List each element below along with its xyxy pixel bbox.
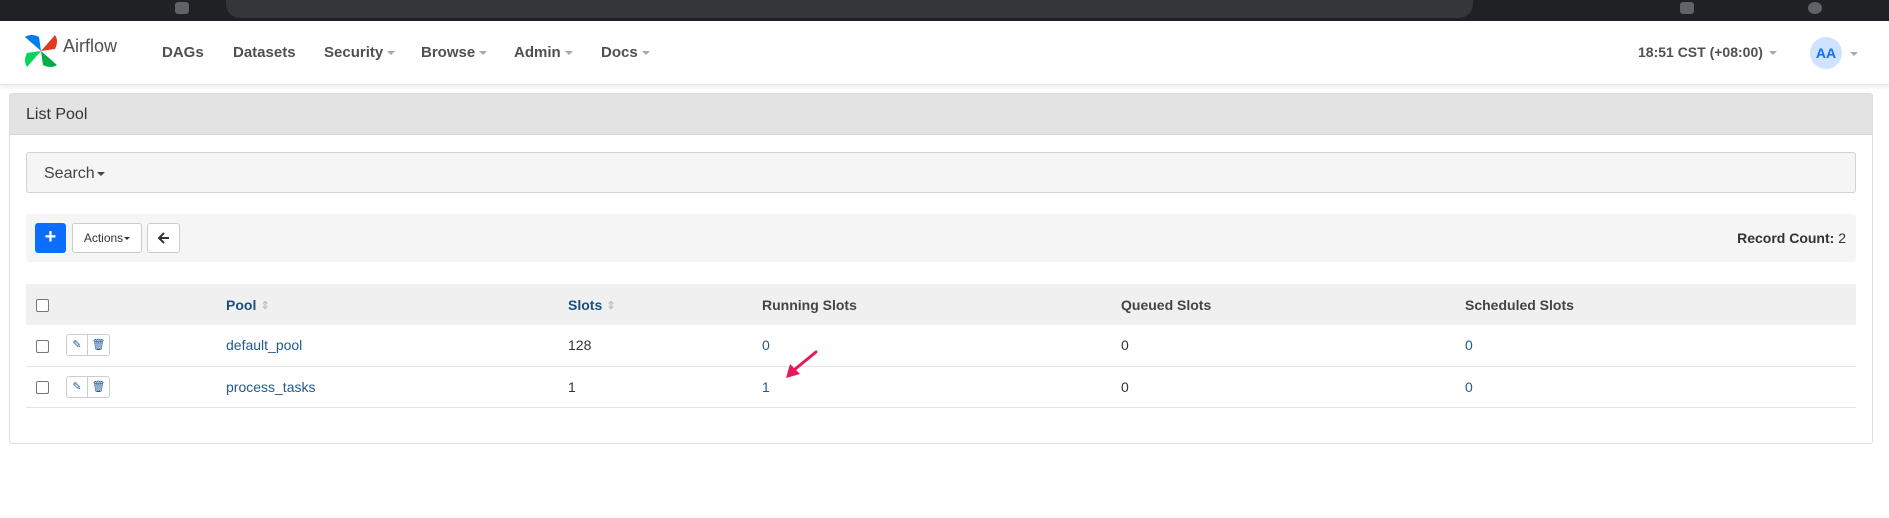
arrow-left-icon: [157, 232, 169, 244]
slots-cell: 128: [568, 337, 592, 354]
browser-extension-icon[interactable]: [1680, 2, 1694, 14]
column-header-slots[interactable]: Slots ⇕: [568, 284, 762, 325]
brand-name: Airflow: [63, 35, 118, 56]
back-button[interactable]: [147, 223, 180, 253]
action-toolbar: + Actions Record Count: 2: [26, 214, 1856, 262]
annotation-arrow-icon: [786, 350, 818, 378]
slots-cell: 1: [568, 378, 576, 395]
nav-datasets[interactable]: Datasets: [233, 44, 296, 61]
browser-profile-icon[interactable]: [1808, 2, 1822, 14]
list-pool-panel: List Pool Search + Actions Record Count:…: [9, 93, 1873, 444]
add-record-button[interactable]: +: [35, 223, 66, 253]
scheduled-slots-link[interactable]: 0: [1465, 366, 1856, 407]
timezone-selector[interactable]: 18:51 CST (+08:00): [1638, 44, 1777, 60]
actions-dropdown-button[interactable]: Actions: [72, 223, 142, 253]
browser-address-bar[interactable]: [226, 0, 1473, 18]
chevron-down-icon: [564, 51, 573, 56]
queued-slots-cell: 0: [1121, 337, 1129, 354]
chevron-down-icon: [1768, 51, 1777, 56]
edit-icon[interactable]: ✎: [66, 375, 88, 398]
queued-slots-cell: 0: [1121, 378, 1129, 395]
sort-icon: ⇕: [606, 300, 616, 313]
row-checkbox[interactable]: [36, 381, 49, 395]
nav-browse[interactable]: Browse: [421, 44, 488, 61]
browser-icon: [175, 2, 189, 14]
chevron-down-icon: [124, 237, 131, 241]
top-navbar: Airflow DAGs Datasets Security Browse Ad…: [0, 21, 1889, 85]
browser-chrome-strip: [0, 0, 1889, 21]
chevron-down-icon: [387, 51, 396, 56]
record-count: Record Count: 2: [1737, 230, 1846, 246]
chevron-down-icon: [641, 51, 650, 56]
search-toggle[interactable]: Search: [26, 152, 1856, 193]
user-avatar[interactable]: AA: [1810, 37, 1842, 69]
column-header-running-slots: Running Slots: [762, 296, 857, 313]
column-header-pool[interactable]: Pool ⇕: [226, 284, 568, 325]
table-row: ✎ 🗑 default_pool 128 0 0 0: [26, 325, 1856, 366]
scheduled-slots-link[interactable]: 0: [1465, 325, 1856, 366]
nav-admin[interactable]: Admin: [514, 44, 573, 61]
brand[interactable]: Airflow: [21, 31, 117, 71]
pool-name-link[interactable]: default_pool: [226, 325, 568, 366]
table-header-row: Pool ⇕ Slots ⇕ Running Slots Queued Slots …: [26, 284, 1856, 325]
column-header-queued-slots: Queued Slots: [1121, 296, 1212, 313]
chevron-down-icon: [96, 171, 105, 176]
table-row: ✎ 🗑 process_tasks 1 1 0 0: [26, 366, 1856, 407]
column-header-scheduled-slots: Scheduled Slots: [1465, 296, 1574, 313]
select-all-checkbox[interactable]: [36, 299, 49, 313]
pool-table: Pool ⇕ Slots ⇕ Running Slots Queued Slots …: [26, 284, 1856, 408]
row-checkbox[interactable]: [36, 340, 49, 354]
trash-icon[interactable]: 🗑: [88, 334, 110, 357]
airflow-logo-icon: [25, 35, 57, 67]
panel-title: List Pool: [10, 94, 1872, 135]
chevron-down-icon: [479, 51, 488, 56]
edit-icon[interactable]: ✎: [66, 334, 88, 357]
nav-docs[interactable]: Docs: [601, 44, 650, 61]
trash-icon[interactable]: 🗑: [88, 375, 110, 398]
pool-name-link[interactable]: process_tasks: [226, 366, 568, 407]
nav-dags[interactable]: DAGs: [162, 44, 204, 61]
chevron-down-icon[interactable]: [1850, 52, 1858, 56]
plus-icon: +: [44, 226, 57, 248]
nav-security[interactable]: Security: [324, 44, 396, 61]
sort-icon: ⇕: [260, 300, 270, 313]
